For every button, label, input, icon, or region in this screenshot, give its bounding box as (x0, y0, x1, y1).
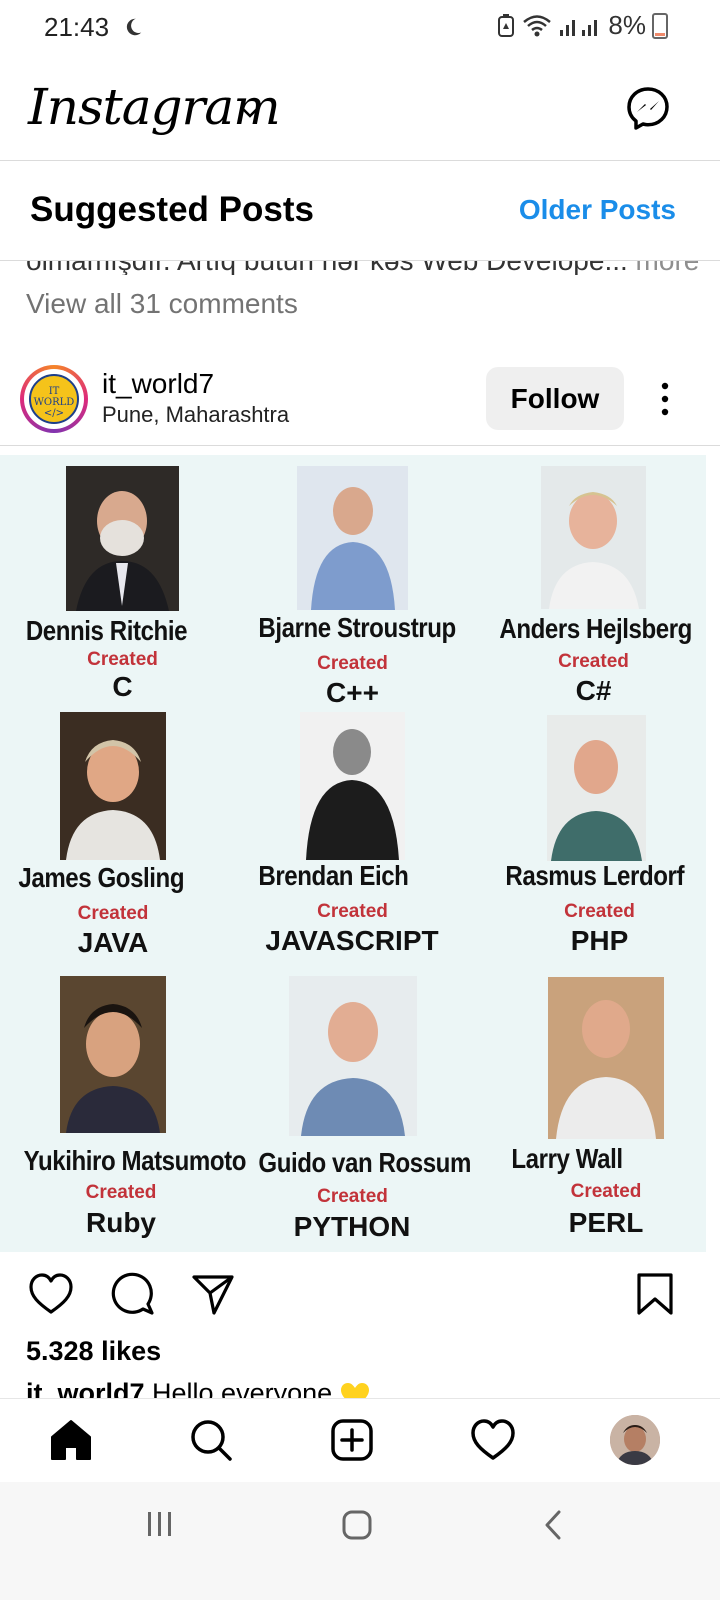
chevron-down-icon[interactable] (238, 100, 262, 124)
language-5: JAVASCRIPT (265, 925, 439, 956)
language-8: PYTHON (293, 1211, 411, 1242)
created-label-4: Created (77, 903, 149, 924)
bookmark-icon[interactable] (632, 1271, 678, 1317)
portrait-rasmus-lerdorf (547, 715, 646, 861)
creator-name-5: Brendan Eich (258, 860, 409, 891)
post-avatar[interactable]: IT WORLD </> (20, 365, 88, 433)
portrait-james-gosling (60, 712, 166, 860)
avatar-inner: IT WORLD </> (24, 369, 84, 429)
search-icon[interactable] (188, 1417, 234, 1463)
caption-username[interactable]: it_world7 (26, 1378, 145, 1398)
portrait-bjarne-stroustrup (297, 466, 408, 610)
language-9: PERL (568, 1207, 644, 1238)
older-posts-link[interactable]: Older Posts (519, 194, 676, 226)
home-button-icon[interactable] (341, 1509, 373, 1541)
system-navigation-bar (0, 1482, 720, 1600)
creator-name-7: Yukihiro Matsumoto (23, 1145, 247, 1176)
previous-caption-text: olmamışdır. Artıq bütün hər kəs Web Deve… (26, 261, 628, 275)
yellow-heart-icon (340, 1382, 369, 1398)
created-label-7: Created (85, 1182, 157, 1203)
portrait-guido-van-rossum (289, 976, 417, 1136)
post-caption: it_world7 Hello everyone (26, 1378, 370, 1398)
created-label-8: Created (317, 1186, 388, 1207)
view-all-comments-link[interactable]: View all 31 comments (26, 288, 298, 320)
language-1: C (112, 671, 133, 702)
status-icons: 8% (496, 10, 668, 41)
messenger-icon[interactable] (625, 86, 671, 132)
battery-saver-icon (498, 13, 515, 37)
post-location[interactable]: Pune, Maharashtra (102, 402, 289, 428)
portrait-dennis-ritchie (66, 466, 179, 611)
recent-apps-icon[interactable] (145, 1510, 175, 1538)
previous-caption-clip: olmamışdır. Artıq bütün hər kəs Web Deve… (0, 261, 720, 275)
created-label-2: Created (317, 653, 388, 674)
signal-icon (560, 19, 598, 36)
creator-name-4: James Gosling (18, 862, 185, 893)
likes-count[interactable]: 5.328 likes (26, 1336, 161, 1367)
profile-avatar[interactable] (610, 1415, 660, 1465)
creator-name-6: Rasmus Lerdorf (505, 860, 685, 891)
suggested-posts-title: Suggested Posts (30, 190, 314, 229)
previous-caption: olmamışdır. Artıq bütün hər kəs Web Deve… (26, 261, 699, 275)
post-image[interactable]: Dennis Ritchie Created C Bjarne Stroustr… (0, 455, 706, 1252)
language-3: C# (575, 675, 612, 706)
language-6: PHP (570, 925, 629, 956)
battery-percent: 8% (608, 10, 646, 40)
add-post-icon[interactable] (329, 1417, 375, 1463)
created-label-3: Created (558, 651, 629, 672)
creator-name-9: Larry Wall (511, 1143, 623, 1174)
creator-name-3: Anders Hejlsberg (499, 613, 692, 644)
created-label-9: Created (570, 1181, 642, 1202)
previous-caption-more[interactable]: more (628, 261, 700, 275)
post-caption-clip: it_world7 Hello everyone (0, 1376, 720, 1398)
back-icon[interactable] (542, 1509, 564, 1541)
created-label-1: Created (87, 649, 158, 670)
activity-heart-icon[interactable] (470, 1417, 516, 1463)
status-time: 21:43 (44, 12, 110, 42)
post-header-divider (0, 445, 720, 446)
post-username[interactable]: it_world7 (102, 368, 214, 400)
profile-photo (610, 1415, 660, 1465)
portrait-brendan-eich (300, 712, 405, 860)
created-label-5: Created (317, 901, 388, 922)
bottom-navigation (0, 1398, 720, 1483)
creator-name-1: Dennis Ritchie (25, 615, 188, 646)
moon-icon (126, 18, 142, 36)
it-world-logo: IT WORLD </> (29, 374, 79, 424)
portrait-anders-hejlsberg (541, 466, 646, 609)
share-icon[interactable] (190, 1271, 236, 1317)
portrait-larry-wall (548, 977, 664, 1139)
creator-name-8: Guido van Rossum (258, 1147, 471, 1178)
caption-text: Hello everyone (144, 1378, 333, 1398)
language-7: Ruby (86, 1207, 156, 1238)
follow-button[interactable]: Follow (486, 367, 624, 430)
language-2: C++ (326, 677, 379, 708)
heart-icon[interactable] (28, 1271, 74, 1317)
creator-name-2: Bjarne Stroustrup (258, 612, 456, 643)
header-divider (0, 160, 720, 161)
more-options-icon[interactable] (658, 382, 672, 416)
language-4: JAVA (77, 927, 149, 958)
comment-icon[interactable] (110, 1271, 156, 1317)
portrait-yukihiro-matsumoto (60, 976, 166, 1133)
battery-icon (652, 12, 668, 39)
wifi-icon (523, 14, 552, 36)
home-icon[interactable] (48, 1417, 94, 1463)
created-label-6: Created (564, 901, 635, 922)
